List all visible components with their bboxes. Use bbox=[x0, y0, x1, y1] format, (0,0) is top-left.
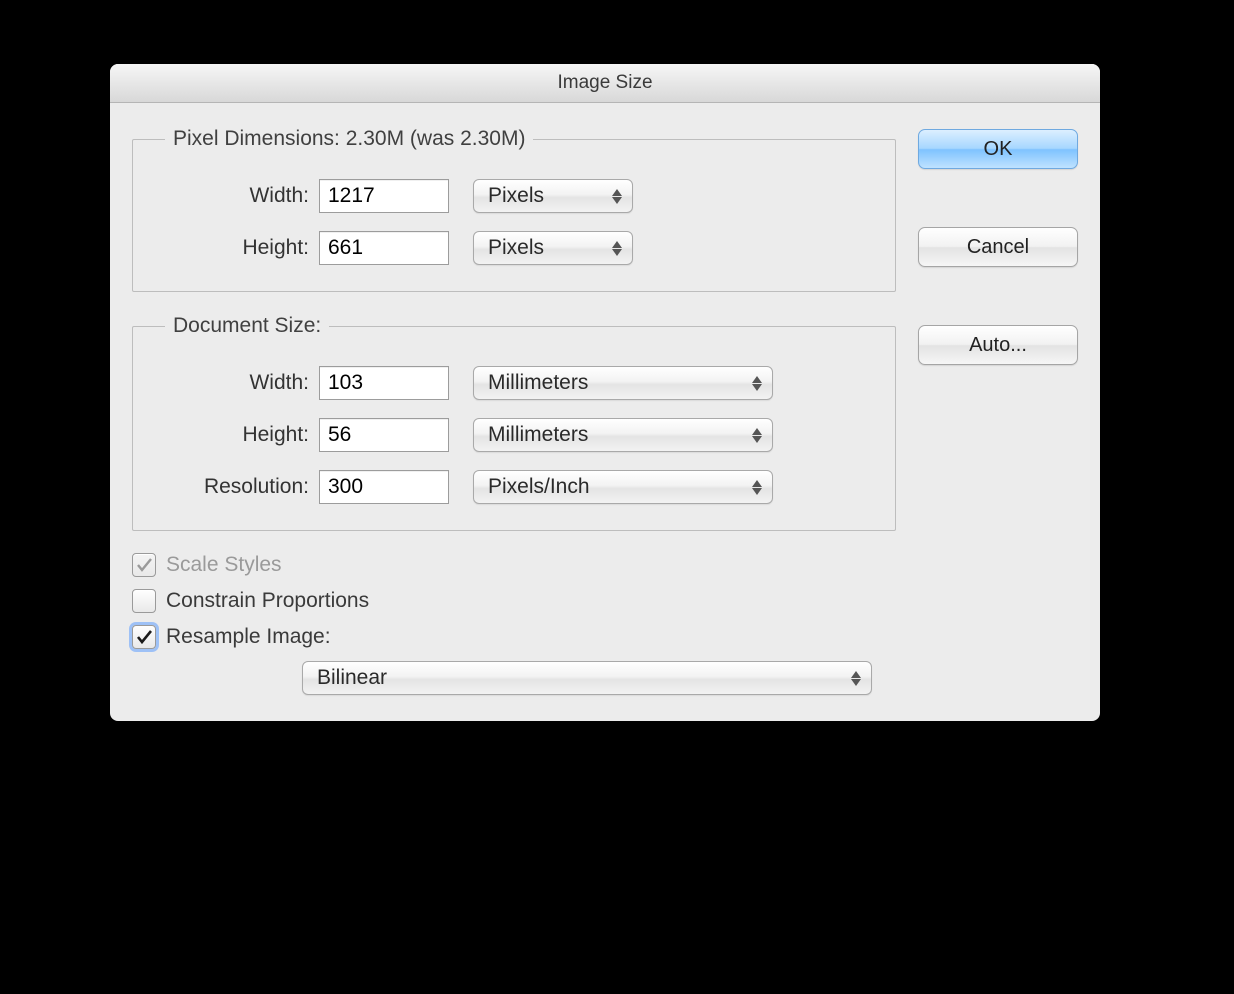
pixel-height-unit-select[interactable]: Pixels bbox=[473, 231, 633, 265]
pixel-width-input[interactable] bbox=[319, 179, 449, 213]
updown-icon bbox=[752, 480, 762, 495]
pixel-dimensions-legend: Pixel Dimensions: 2.30M (was 2.30M) bbox=[165, 127, 533, 151]
pixel-height-label: Height: bbox=[159, 236, 319, 260]
resample-method-value: Bilinear bbox=[317, 666, 387, 690]
ok-button[interactable]: OK bbox=[918, 129, 1078, 169]
document-size-group: Document Size: Width: Millimeters Height… bbox=[132, 314, 896, 531]
resample-method-row: Bilinear bbox=[302, 661, 896, 695]
constrain-label: Constrain Proportions bbox=[166, 589, 369, 613]
resolution-unit-select[interactable]: Pixels/Inch bbox=[473, 470, 773, 504]
scale-styles-label: Scale Styles bbox=[166, 553, 282, 577]
auto-button[interactable]: Auto... bbox=[918, 325, 1078, 365]
pixel-width-label: Width: bbox=[159, 184, 319, 208]
scale-styles-checkbox bbox=[132, 553, 156, 577]
pixel-width-row: Width: Pixels bbox=[159, 179, 869, 213]
constrain-checkbox[interactable] bbox=[132, 589, 156, 613]
cancel-button[interactable]: Cancel bbox=[918, 227, 1078, 267]
pixel-width-unit-select[interactable]: Pixels bbox=[473, 179, 633, 213]
check-icon bbox=[136, 557, 152, 573]
resample-checkbox[interactable] bbox=[132, 625, 156, 649]
pixel-width-unit-value: Pixels bbox=[488, 184, 544, 208]
updown-icon bbox=[612, 189, 622, 204]
left-column: Pixel Dimensions: 2.30M (was 2.30M) Widt… bbox=[132, 127, 896, 695]
doc-height-label: Height: bbox=[159, 423, 319, 447]
doc-height-unit-value: Millimeters bbox=[488, 423, 588, 447]
document-size-legend: Document Size: bbox=[165, 314, 329, 338]
resolution-label: Resolution: bbox=[159, 475, 319, 499]
resample-row[interactable]: Resample Image: bbox=[132, 625, 896, 649]
doc-width-label: Width: bbox=[159, 371, 319, 395]
right-column: OK Cancel Auto... bbox=[918, 127, 1078, 695]
updown-icon bbox=[752, 376, 762, 391]
dialog-content: Pixel Dimensions: 2.30M (was 2.30M) Widt… bbox=[110, 103, 1100, 721]
pixel-dimensions-group: Pixel Dimensions: 2.30M (was 2.30M) Widt… bbox=[132, 127, 896, 292]
resolution-input[interactable] bbox=[319, 470, 449, 504]
doc-width-unit-select[interactable]: Millimeters bbox=[473, 366, 773, 400]
image-size-dialog: Image Size Pixel Dimensions: 2.30M (was … bbox=[110, 64, 1100, 721]
updown-icon bbox=[752, 428, 762, 443]
doc-height-row: Height: Millimeters bbox=[159, 418, 869, 452]
check-icon bbox=[136, 629, 152, 645]
resolution-unit-value: Pixels/Inch bbox=[488, 475, 590, 499]
constrain-row[interactable]: Constrain Proportions bbox=[132, 589, 896, 613]
pixel-height-unit-value: Pixels bbox=[488, 236, 544, 260]
doc-width-input[interactable] bbox=[319, 366, 449, 400]
resolution-row: Resolution: Pixels/Inch bbox=[159, 470, 869, 504]
doc-height-input[interactable] bbox=[319, 418, 449, 452]
doc-width-unit-value: Millimeters bbox=[488, 371, 588, 395]
resample-label: Resample Image: bbox=[166, 625, 331, 649]
pixel-height-input[interactable] bbox=[319, 231, 449, 265]
dialog-title: Image Size bbox=[110, 64, 1100, 103]
scale-styles-row: Scale Styles bbox=[132, 553, 896, 577]
doc-width-row: Width: Millimeters bbox=[159, 366, 869, 400]
updown-icon bbox=[612, 241, 622, 256]
resample-method-select[interactable]: Bilinear bbox=[302, 661, 872, 695]
pixel-height-row: Height: Pixels bbox=[159, 231, 869, 265]
updown-icon bbox=[851, 671, 861, 686]
doc-height-unit-select[interactable]: Millimeters bbox=[473, 418, 773, 452]
